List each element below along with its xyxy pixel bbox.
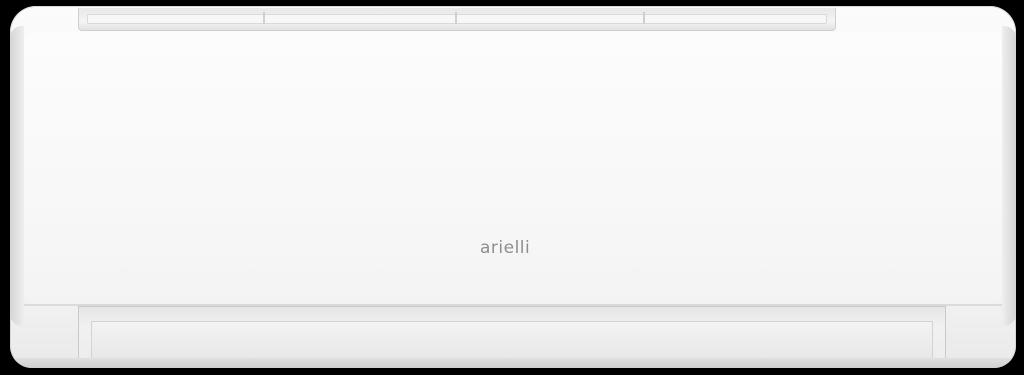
front-panel [24,32,1002,304]
grille-divider [643,12,645,24]
bottom-edge [10,358,1016,368]
air-conditioner-indoor-unit: arielli [10,6,1016,368]
left-side-panel [10,26,24,326]
top-grille-slot [87,14,827,24]
top-air-intake-grille [78,8,836,31]
air-outlet-louver [78,306,946,366]
brand-logo: arielli [480,238,531,258]
louver-flap [91,321,933,359]
grille-divider [263,12,265,24]
grille-divider [455,12,457,24]
photo-scene: arielli [0,0,1024,375]
right-side-panel [1002,26,1016,326]
